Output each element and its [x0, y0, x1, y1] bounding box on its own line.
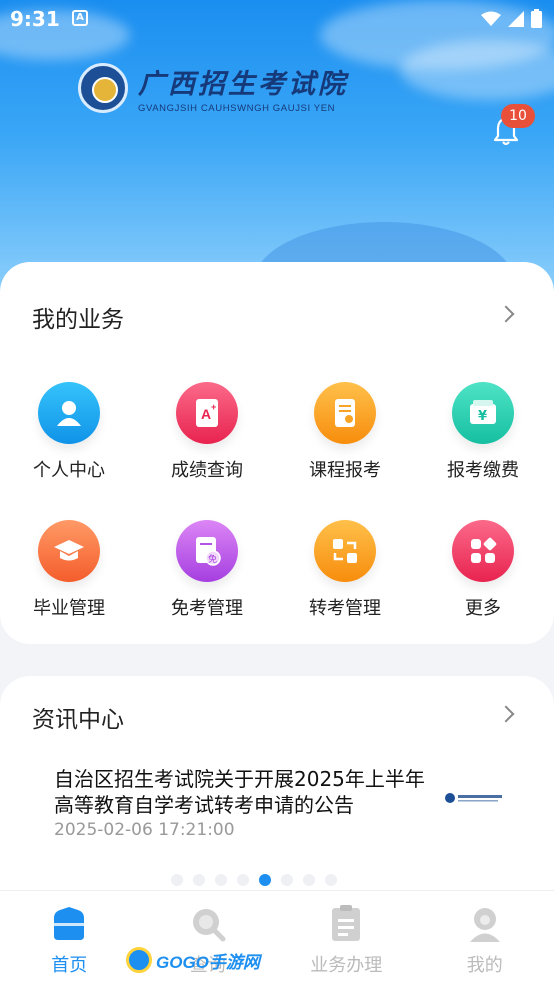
carousel-dot[interactable] [171, 874, 183, 886]
business-item-label: 课程报考 [309, 460, 381, 481]
carousel-dot[interactable] [325, 874, 337, 886]
carousel-dot-active[interactable] [259, 874, 271, 886]
user-icon [38, 382, 100, 444]
watermark-logo-icon [126, 947, 152, 973]
document-icon [327, 905, 365, 943]
business-item-exemption[interactable]: 免 免考管理 [138, 520, 276, 620]
news-thumbnail-logo [444, 786, 506, 810]
svg-text:¥: ¥ [478, 409, 487, 424]
profile-icon [466, 905, 504, 943]
business-item-personal-center[interactable]: 个人中心 [0, 382, 138, 482]
logo-english-name: GVANGJSIH CAUHSWNGH GAUJSI YEN [138, 103, 336, 114]
institution-logo: 广西招生考试院 GVANGJSIH CAUHSWNGH GAUJSI YEN [78, 62, 348, 114]
emblem-icon [78, 63, 128, 113]
business-item-label: 毕业管理 [33, 598, 105, 619]
news-more-chevron-icon[interactable] [497, 705, 515, 723]
business-item-label: 报考缴费 [447, 460, 519, 481]
business-item-label: 成绩查询 [171, 460, 243, 481]
business-item-more[interactable]: 更多 [414, 520, 552, 620]
search-icon [189, 905, 227, 943]
wifi-icon [481, 11, 501, 26]
course-icon [314, 382, 376, 444]
signal-icon [508, 10, 524, 27]
business-item-grade-query[interactable]: A + 成绩查询 [138, 382, 276, 482]
watermark: GOGO手游网 [126, 946, 260, 974]
notification-badge: 10 [501, 104, 535, 128]
news-article-title[interactable]: 自治区招生考试院关于开展2025年上半年高等教育自学考试转考申请的公告 [54, 766, 434, 818]
carousel-dot[interactable] [303, 874, 315, 886]
home-icon [50, 905, 88, 943]
carousel-dot[interactable] [281, 874, 293, 886]
svg-text:+: + [211, 402, 216, 412]
business-item-label: 更多 [465, 598, 501, 619]
news-section-title: 资讯中心 [32, 707, 124, 733]
grade-icon: A + [176, 382, 238, 444]
svg-text:A: A [201, 406, 211, 422]
status-bar: 9:31 A [0, 0, 554, 38]
business-item-payment[interactable]: ¥ 报考缴费 [414, 382, 552, 482]
tab-business-handling[interactable]: 业务办理 [277, 891, 416, 984]
business-item-course-registration[interactable]: 课程报考 [276, 382, 414, 482]
graduation-cap-icon [38, 520, 100, 582]
business-item-label: 转考管理 [309, 598, 381, 619]
news-article-time: 2025-02-06 17:21:00 [54, 820, 235, 840]
business-more-chevron-icon[interactable] [497, 305, 515, 323]
tab-label: 业务办理 [310, 955, 383, 976]
status-time: 9:31 [10, 7, 60, 31]
logo-chinese-name: 广西招生考试院 [138, 69, 348, 100]
tab-mine[interactable]: 我的 [416, 891, 554, 984]
carousel-dot[interactable] [193, 874, 205, 886]
keyboard-indicator-icon: A [72, 10, 88, 26]
more-icon [452, 520, 514, 582]
transfer-icon [314, 520, 376, 582]
my-business-card: 我的业务 个人中心 A + 成绩查询 课程报考 ¥ 报考缴费 毕业管理 免 免考… [0, 262, 554, 644]
watermark-text: GOGO手游网 [156, 952, 260, 972]
tab-home[interactable]: 首页 [0, 891, 139, 984]
header-banner [0, 0, 554, 300]
tab-label: 首页 [51, 955, 88, 976]
carousel-dot[interactable] [237, 874, 249, 886]
business-item-label: 免考管理 [171, 598, 243, 619]
bottom-tab-bar: 首页 查询 业务办理 我的 [0, 890, 554, 984]
svg-text:免: 免 [208, 553, 217, 565]
tab-label: 我的 [466, 955, 503, 976]
battery-icon [531, 9, 542, 28]
business-item-transfer[interactable]: 转考管理 [276, 520, 414, 620]
business-item-graduation[interactable]: 毕业管理 [0, 520, 138, 620]
business-section-title: 我的业务 [32, 307, 124, 333]
carousel-indicator [0, 874, 554, 886]
carousel-dot[interactable] [215, 874, 227, 886]
payment-icon: ¥ [452, 382, 514, 444]
exemption-icon: 免 [176, 520, 238, 582]
business-item-label: 个人中心 [33, 460, 105, 481]
